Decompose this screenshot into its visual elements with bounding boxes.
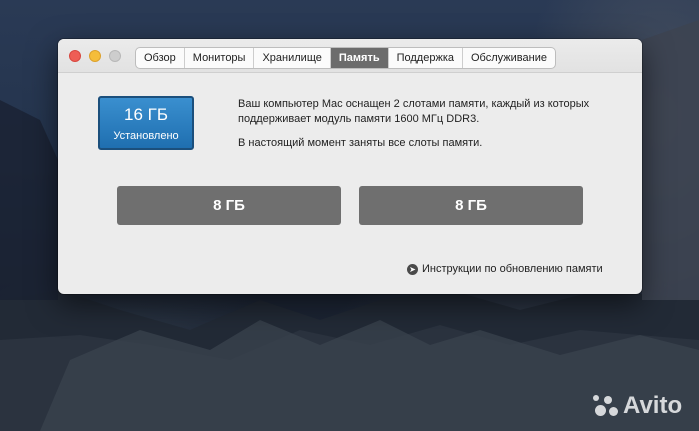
close-window-button[interactable] bbox=[69, 50, 81, 62]
window-titlebar[interactable]: Обзор Мониторы Хранилище Память Поддержк… bbox=[58, 39, 642, 73]
avito-watermark: Avito bbox=[593, 392, 682, 420]
memory-slots-status: В настоящий момент заняты все слоты памя… bbox=[238, 137, 483, 149]
tab-memory[interactable]: Память bbox=[330, 48, 389, 68]
tab-support[interactable]: Поддержка bbox=[389, 48, 463, 68]
tab-service[interactable]: Обслуживание bbox=[463, 48, 555, 68]
memory-slots-info: Ваш компьютер Mac оснащен 2 слотами памя… bbox=[238, 98, 590, 125]
total-memory-badge: 16 ГБ Установлено bbox=[98, 96, 194, 150]
memory-slot-2: 8 ГБ bbox=[359, 186, 583, 225]
about-this-mac-window: Обзор Мониторы Хранилище Память Поддержк… bbox=[58, 39, 642, 294]
tab-storage[interactable]: Хранилище bbox=[254, 48, 331, 68]
tab-overview[interactable]: Обзор bbox=[136, 48, 185, 68]
tab-bar: Обзор Мониторы Хранилище Память Поддержк… bbox=[135, 47, 556, 69]
avito-watermark-text: Avito bbox=[623, 392, 683, 419]
arrow-right-circle-icon: ➤ bbox=[407, 263, 418, 275]
memory-description: Ваш компьютер Mac оснащен 2 слотами памя… bbox=[238, 97, 628, 160]
memory-upgrade-link[interactable]: ➤ Инструкции по обновлению памяти bbox=[407, 263, 603, 275]
zoom-window-button bbox=[109, 50, 121, 62]
tab-displays[interactable]: Мониторы bbox=[185, 48, 255, 68]
memory-panel: 16 ГБ Установлено Ваш компьютер Mac осна… bbox=[58, 73, 642, 294]
memory-upgrade-link-label: Инструкции по обновлению памяти bbox=[422, 263, 603, 275]
memory-slot-1: 8 ГБ bbox=[117, 186, 341, 225]
memory-status-label: Установлено bbox=[113, 130, 179, 142]
minimize-window-button[interactable] bbox=[89, 50, 101, 62]
avito-logo-icon bbox=[593, 393, 619, 419]
total-memory-value: 16 ГБ bbox=[124, 105, 168, 124]
